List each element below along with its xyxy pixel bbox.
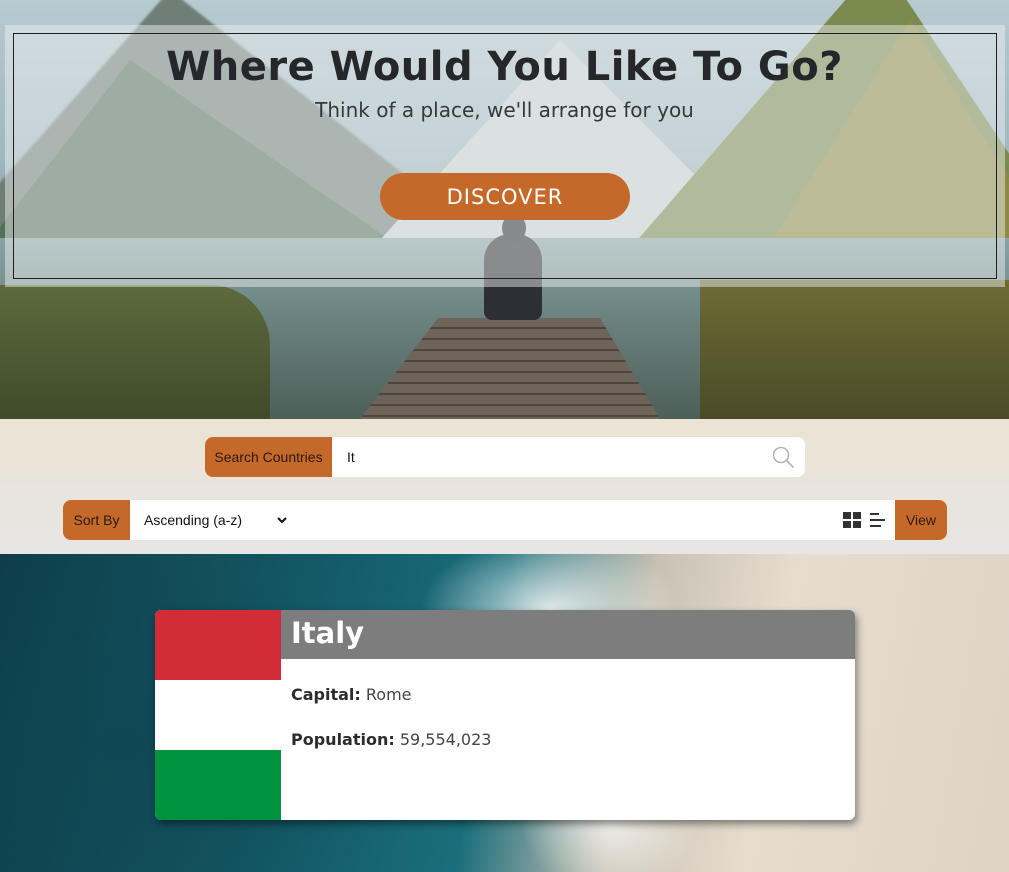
country-card[interactable]: Italy Capital: Rome Population: 59,554,0…	[155, 610, 855, 820]
country-card-header	[281, 610, 855, 659]
capital-field: Capital: Rome	[291, 685, 412, 704]
search-icon[interactable]	[761, 437, 805, 477]
hero-background-trees	[700, 280, 1009, 419]
grid-view-icon[interactable]	[839, 500, 865, 540]
hero-title: Where Would You Like To Go?	[166, 44, 843, 90]
population-value: 59,554,023	[399, 730, 492, 749]
search-input[interactable]	[332, 437, 761, 477]
capital-value: Rome	[365, 685, 412, 704]
hero-subtitle: Think of a place, we'll arrange for you	[315, 98, 694, 122]
results-section: Italy Capital: Rome Population: 59,554,0…	[0, 554, 1009, 872]
sort-bar: Sort By Ascending (a-z) View	[63, 500, 947, 540]
sort-label: Sort By	[63, 500, 130, 540]
country-name[interactable]: Italy	[291, 616, 364, 650]
view-button[interactable]: View	[895, 500, 947, 540]
flag-band-red	[155, 610, 281, 680]
search-bar: Search Countries	[205, 437, 805, 477]
list-view-icon[interactable]	[865, 500, 891, 540]
hero-background-grass	[0, 285, 270, 419]
country-flag	[155, 610, 281, 820]
controls-section: Search Countries Sort By Ascending (a-z)	[0, 419, 1009, 554]
population-field: Population: 59,554,023	[291, 730, 491, 749]
search-label: Search Countries	[205, 437, 332, 477]
capital-label: Capital:	[291, 685, 361, 704]
flag-band-white	[155, 680, 281, 750]
discover-button[interactable]: DISCOVER	[380, 173, 630, 220]
sort-select[interactable]: Ascending (a-z)	[140, 505, 290, 535]
hero-section: Where Would You Like To Go? Think of a p…	[0, 0, 1009, 419]
flag-band-green	[155, 750, 281, 820]
population-label: Population:	[291, 730, 395, 749]
